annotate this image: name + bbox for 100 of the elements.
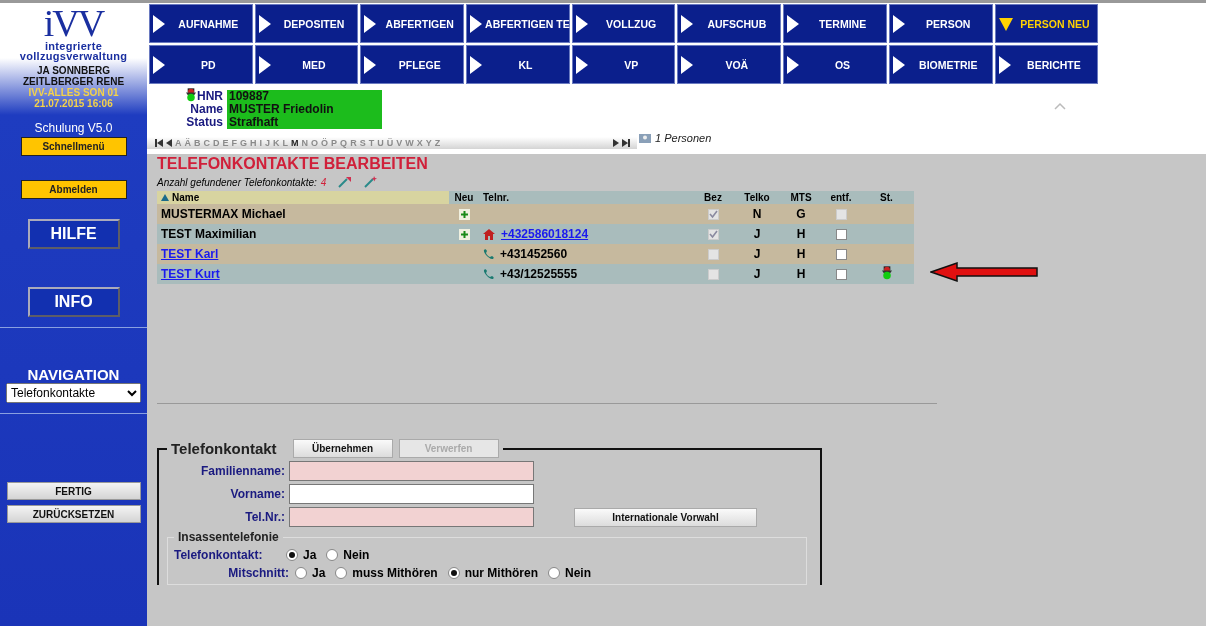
- triangle-right-icon: [681, 14, 694, 33]
- nav-button[interactable]: VOLLZUG: [571, 4, 676, 43]
- info-button[interactable]: INFO: [27, 287, 120, 317]
- triangle-right-icon: [153, 55, 165, 74]
- column-header: St.: [880, 192, 893, 203]
- nav-button[interactable]: VP: [571, 45, 676, 84]
- radio-button[interactable]: [447, 567, 460, 579]
- nav-button[interactable]: BERICHTE: [994, 45, 1099, 84]
- person-value: Strafhaft: [227, 116, 382, 129]
- person-label: HNR: [197, 90, 223, 103]
- phone-number: +431452560: [500, 247, 568, 261]
- input-field[interactable]: [289, 461, 534, 481]
- house-icon: [483, 228, 495, 240]
- triangle-right-icon: [470, 55, 483, 74]
- triangle-right-icon: [258, 55, 271, 74]
- nav-button[interactable]: ABFERTIGEN: [360, 4, 465, 43]
- session-info: 21.07.2015 16:06: [34, 98, 113, 109]
- triangle-right-icon: [787, 55, 800, 74]
- logout-button[interactable]: Abmelden: [20, 180, 127, 199]
- nav-button[interactable]: VOÄ: [677, 45, 782, 84]
- result-count: 4: [320, 176, 327, 188]
- radio-label[interactable]: nur Mithören: [464, 566, 539, 580]
- column-header: Bez: [704, 192, 722, 203]
- nav-button[interactable]: ABFERTIGEN TE: [466, 4, 570, 43]
- nav-button[interactable]: MED: [254, 45, 359, 84]
- logo-mark: iVV: [43, 5, 104, 41]
- radio-button[interactable]: [548, 567, 561, 579]
- checkbox[interactable]: [835, 229, 847, 241]
- reset-button[interactable]: ZURÜCKSETZEN: [6, 505, 141, 523]
- contact-link[interactable]: TEST Kurt: [161, 267, 220, 281]
- person-value: MUSTER Friedolin: [227, 103, 382, 116]
- checkbox[interactable]: [835, 249, 847, 261]
- nav-button[interactable]: PERSON: [888, 4, 993, 43]
- quick-menu-button[interactable]: Schnellmenü: [20, 137, 127, 156]
- nav-button[interactable]: BIOMETRIE: [888, 45, 993, 84]
- previous-page-icon[interactable]: [166, 139, 172, 147]
- first-page-icon[interactable]: [155, 139, 163, 147]
- radio-label[interactable]: Ja: [312, 566, 326, 580]
- apply-button[interactable]: Übernehmen: [292, 439, 393, 458]
- person-label: Status: [186, 116, 223, 129]
- triangle-right-icon: [892, 55, 905, 74]
- plus-icon[interactable]: [458, 209, 470, 221]
- input-field[interactable]: [289, 484, 534, 504]
- checkbox[interactable]: [835, 269, 847, 281]
- scroll-up-icon[interactable]: [1054, 102, 1066, 110]
- radio-label[interactable]: Nein: [565, 566, 592, 580]
- person-icon: [639, 133, 651, 143]
- nav-button[interactable]: KL: [466, 45, 570, 84]
- triangle-right-icon: [575, 55, 588, 74]
- triangle-right-icon: [258, 14, 271, 33]
- session-info: IVV-ALLES SON 01: [28, 87, 119, 98]
- radio-group-label: Telefonkontakt:: [174, 548, 264, 562]
- nav-button[interactable]: AUFSCHUB: [677, 4, 782, 43]
- done-button[interactable]: FERTIG: [6, 482, 141, 500]
- nav-button[interactable]: DEPOSITEN: [254, 4, 359, 43]
- nav-button[interactable]: PFLEGE: [360, 45, 465, 84]
- telko-value: J: [753, 227, 761, 241]
- triangle-right-icon: [364, 55, 377, 74]
- logo-text: vollzugsverwaltung: [19, 51, 128, 61]
- nav-button[interactable]: PERSON NEU: [994, 4, 1099, 43]
- radio-button[interactable]: [326, 549, 339, 561]
- form-title: Telefonkontakt: [171, 440, 277, 457]
- nav-button[interactable]: OS: [783, 45, 887, 84]
- navigation-label: NAVIGATION: [27, 366, 120, 383]
- letter-link[interactable]: M: [291, 138, 299, 148]
- input-field[interactable]: [289, 507, 534, 527]
- mts-value: H: [796, 267, 806, 281]
- plus-icon[interactable]: [458, 229, 470, 241]
- mts-value: H: [796, 227, 806, 241]
- person-value: 109887: [227, 90, 382, 103]
- page-title: TELEFONKONTAKTE BEARBEITEN: [157, 155, 429, 173]
- radio-label[interactable]: muss Mithören: [352, 566, 438, 580]
- sort-ascending-icon[interactable]: [161, 194, 169, 201]
- last-page-icon[interactable]: [622, 139, 630, 147]
- person-count: 1 Personen: [655, 132, 712, 144]
- radio-label[interactable]: Ja: [303, 548, 317, 562]
- nav-button[interactable]: PD: [149, 45, 253, 84]
- phone-icon: [483, 248, 494, 260]
- person-label: Name: [190, 103, 223, 116]
- nav-button[interactable]: TERMINE: [783, 4, 887, 43]
- column-header[interactable]: Name: [172, 192, 200, 203]
- prefix-button[interactable]: Internationale Vorwahl: [574, 507, 757, 527]
- field-label: Familienname:: [199, 464, 286, 478]
- help-button[interactable]: HILFE: [27, 219, 120, 249]
- radio-label[interactable]: Nein: [343, 548, 370, 562]
- user-info: JA SONNBERG: [37, 65, 110, 76]
- triangle-right-icon: [998, 55, 1011, 74]
- column-header: Telnr.: [483, 192, 509, 203]
- telko-value: J: [753, 247, 761, 261]
- next-page-icon[interactable]: [613, 139, 619, 147]
- triangle-right-icon: [364, 14, 377, 33]
- radio-button[interactable]: [335, 567, 348, 579]
- nav-button[interactable]: AUFNAHME: [149, 4, 253, 43]
- column-header: Telko: [744, 192, 770, 203]
- contact-link[interactable]: TEST Karl: [161, 247, 219, 261]
- navigation-select[interactable]: Telefonkontakte: [6, 383, 141, 403]
- triangle-right-icon: [892, 14, 905, 33]
- radio-button[interactable]: [286, 549, 298, 561]
- logo-text: integrierte: [44, 41, 103, 51]
- radio-button[interactable]: [295, 567, 307, 579]
